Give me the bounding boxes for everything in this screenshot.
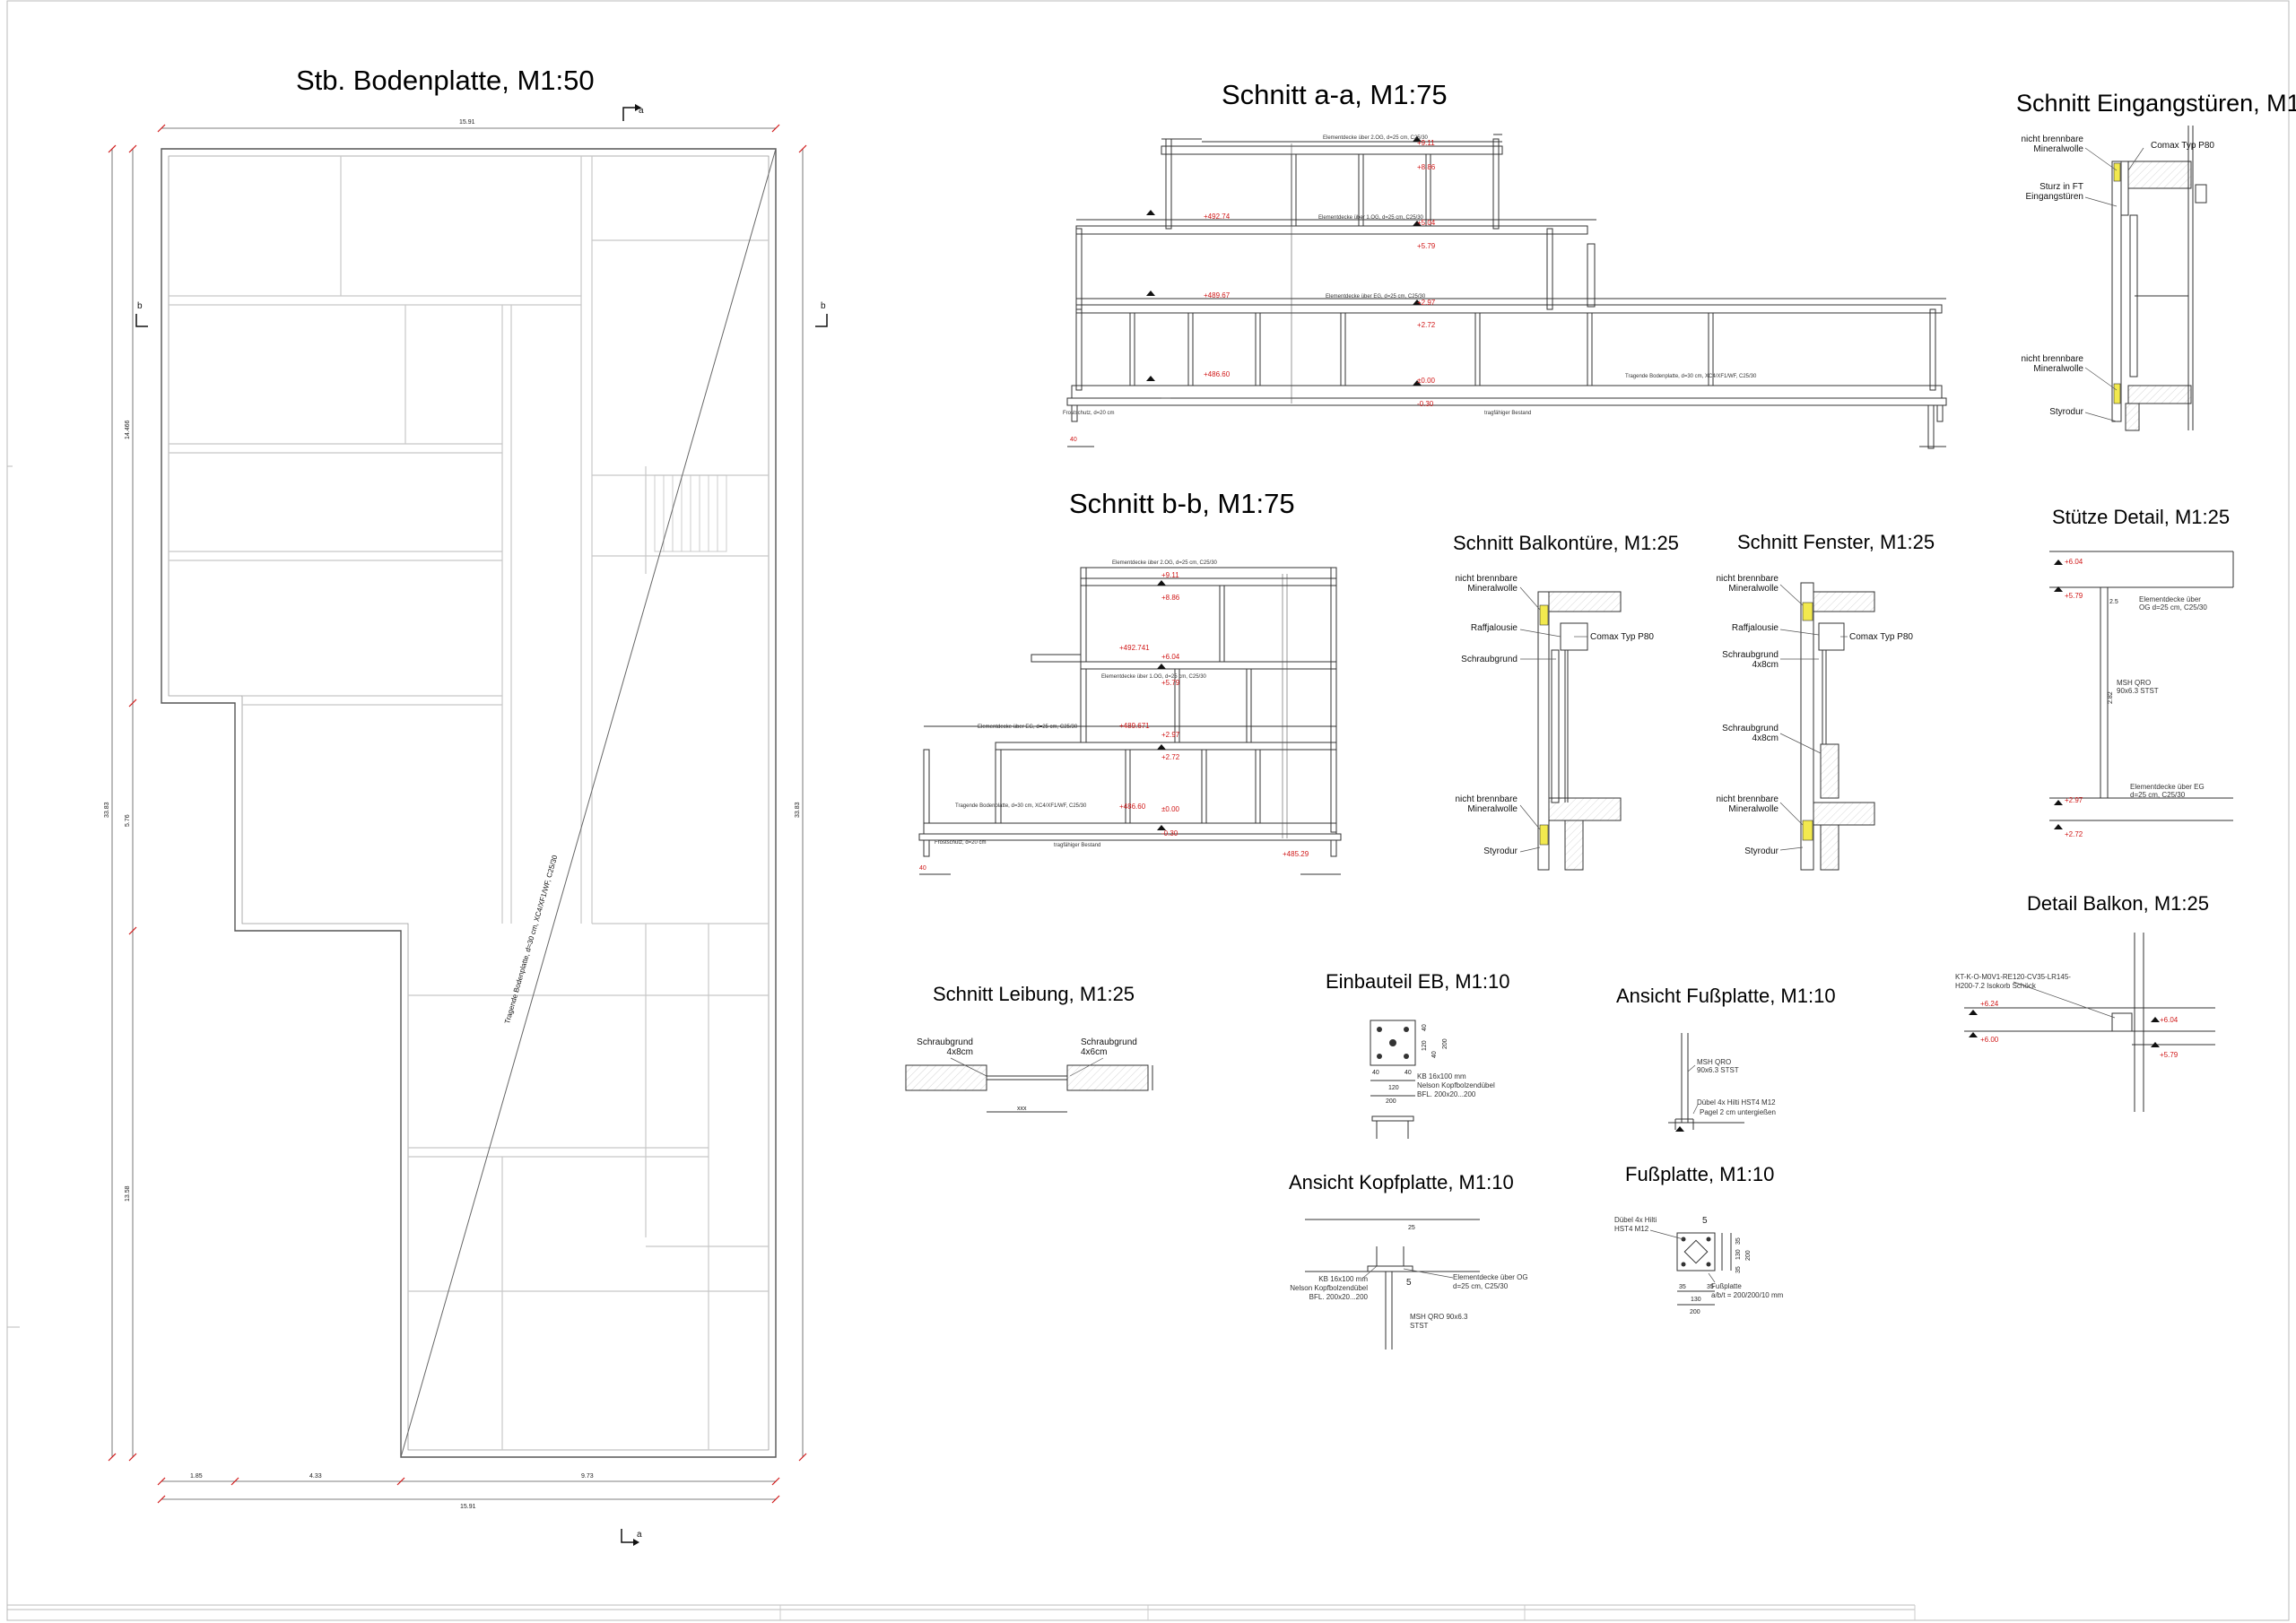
fp-dim-7: 130 xyxy=(1735,1249,1742,1260)
fp-label-2: HST4 M12 xyxy=(1614,1225,1649,1233)
fp-label-1: Dübel 4x Hilti xyxy=(1614,1216,1657,1224)
fp-dim-8: 35 xyxy=(1735,1266,1742,1273)
fp-dim-2: 35 xyxy=(1679,1284,1686,1290)
fp-label-3: Fußplatte xyxy=(1711,1282,1742,1290)
fp-dim-1: 5 xyxy=(1702,1216,1708,1226)
fp-dim-5: 200 xyxy=(1690,1309,1700,1315)
fp-dim-6: 35 xyxy=(1735,1237,1742,1245)
fp-dim-9: 200 xyxy=(1745,1250,1752,1261)
drawing-sheet: Stb. Bodenplatte, M1:50 15.91 15.91 1.85… xyxy=(0,0,2296,1623)
fp-dim-3: 130 xyxy=(1691,1297,1701,1303)
fp-label-4: a/b/t = 200/200/10 mm xyxy=(1711,1291,1784,1299)
fp-dim-4: 35 xyxy=(1707,1284,1714,1290)
fussplatte-drawing xyxy=(1649,1229,1732,1306)
